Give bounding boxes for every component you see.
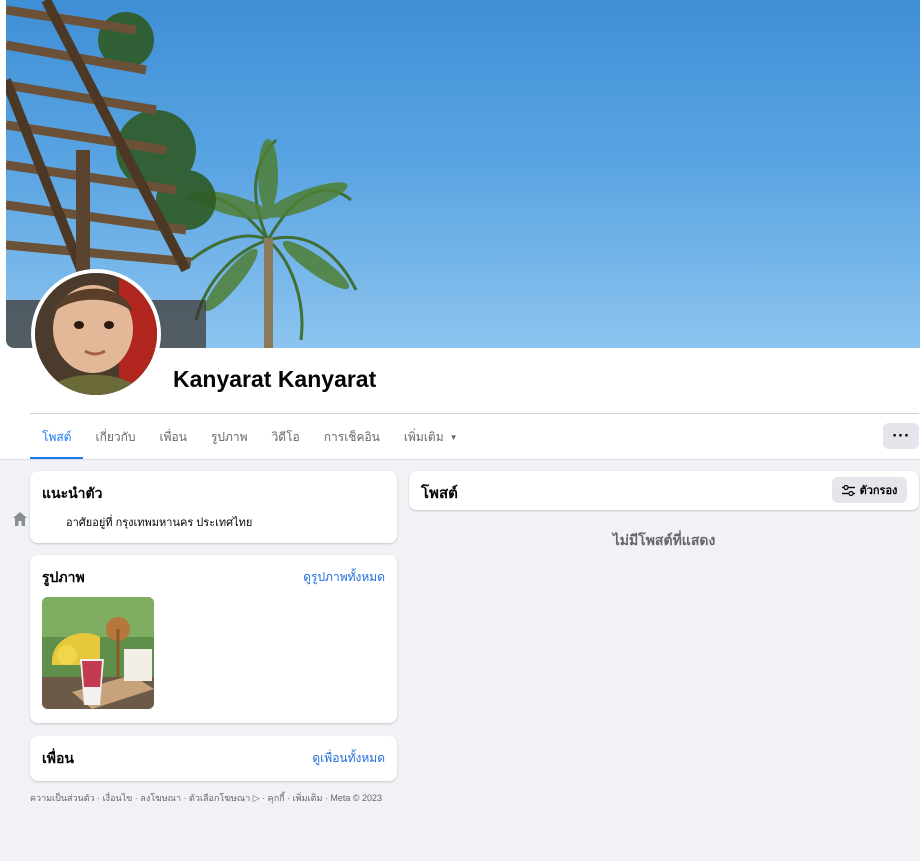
tab-friends[interactable]: เพื่อน — [148, 414, 199, 460]
lives-in-location[interactable]: กรุงเทพมหานคร ประเทศไทย — [116, 517, 253, 529]
tab-videos[interactable]: วิดีโอ — [260, 414, 312, 460]
tab-photos[interactable]: รูปภาพ — [199, 414, 260, 460]
tab-posts[interactable]: โพสต์ — [30, 414, 84, 460]
see-all-photos-link[interactable]: ดูรูปภาพทั้งหมด — [303, 568, 385, 587]
photo-thumbnail[interactable] — [42, 597, 154, 709]
tab-label: การเช็คอิน — [323, 429, 380, 444]
more-options-button[interactable]: ··· — [883, 423, 919, 449]
footer-links[interactable]: ความเป็นส่วนตัว · เงื่อนไข · ลงโฆษณา · ต… — [30, 791, 382, 805]
photos-title: รูปภาพ — [42, 569, 85, 585]
filter-sliders-icon — [841, 484, 855, 496]
photo-thumbnail-image — [42, 597, 154, 709]
lives-in-prefix: อาศัยอยู่ที่ — [66, 517, 113, 529]
tab-more[interactable]: เพิ่มเติม ▼ — [392, 414, 470, 460]
see-all-friends-link[interactable]: ดูเพื่อนทั้งหมด — [312, 749, 385, 768]
filter-button[interactable]: ตัวกรอง — [832, 477, 907, 503]
profile-name: Kanyarat Kanyarat — [173, 366, 377, 392]
tab-label: เพิ่มเติม — [403, 429, 444, 444]
tab-label: เพื่อน — [159, 429, 187, 444]
posts-title: โพสต์ — [421, 485, 458, 502]
tab-label: รูปภาพ — [210, 429, 248, 444]
home-icon — [13, 512, 27, 526]
profile-header: Kanyarat Kanyarat โพสต์ เกี่ยวกับ เพื่อน… — [0, 0, 920, 460]
tab-label: วิดีโอ — [271, 429, 300, 444]
profile-tabs: โพสต์ เกี่ยวกับ เพื่อน รูปภาพ วิดีโอ การ… — [30, 414, 470, 460]
intro-card: แนะนำตัว — [30, 471, 397, 543]
friends-card: เพื่อน ดูเพื่อนทั้งหมด — [30, 736, 397, 781]
friends-title: เพื่อน — [42, 750, 74, 766]
caret-down-icon: ▼ — [449, 432, 458, 442]
no-posts-message: ไม่มีโพสต์ที่แสดง — [612, 532, 716, 548]
tabs-bottom-border — [0, 459, 920, 460]
filter-label: ตัวกรอง — [859, 485, 898, 497]
lives-in-text: อาศัยอยู่ที่ กรุงเทพมหานคร ประเทศไทย — [66, 513, 252, 531]
intro-title: แนะนำตัว — [42, 485, 103, 501]
tab-about[interactable]: เกี่ยวกับ — [83, 414, 147, 460]
tab-label: เกี่ยวกับ — [95, 429, 136, 444]
avatar-image — [35, 273, 157, 395]
profile-avatar[interactable] — [31, 269, 161, 399]
tab-checkins[interactable]: การเช็คอิน — [312, 414, 392, 460]
tab-label: โพสต์ — [42, 429, 72, 444]
